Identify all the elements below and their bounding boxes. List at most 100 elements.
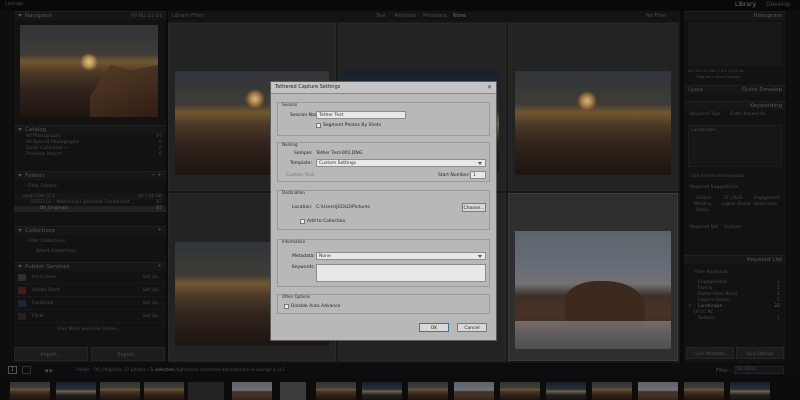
filmstrip-thumb[interactable] <box>10 382 50 400</box>
segment-checkbox[interactable] <box>316 123 321 128</box>
keyword-tags-row[interactable]: Keyword Tags Enter Keywords <box>684 112 786 118</box>
keyword-item[interactable]: Sedona 1 <box>684 316 786 322</box>
filmstrip-thumb[interactable] <box>316 382 356 400</box>
grid-cell[interactable] <box>508 23 678 191</box>
filmstrip-thumb[interactable] <box>188 382 224 400</box>
folder-item-selected[interactable]: 00_Originals 87 <box>14 206 166 212</box>
choose-button[interactable]: Choose... <box>462 203 486 212</box>
right-panel: Histogram ISO 100 21 mm f / 8.0 1/250 se… <box>684 11 786 363</box>
module-library[interactable]: Library <box>735 1 756 8</box>
collections-filter[interactable]: Filter Collections <box>14 239 166 245</box>
catalog-section: Catalog All Photographs 87 All Synced Pho… <box>14 125 166 158</box>
filmstrip-thumb[interactable] <box>592 382 632 400</box>
quick-develop-header[interactable]: Custom Quick Develop <box>684 85 786 94</box>
template-select[interactable]: Custom Settings <box>316 159 486 167</box>
session-section: Session Session Name: Tether Test Segmen… <box>277 102 490 136</box>
ok-button[interactable]: OK <box>419 323 449 332</box>
sync-metadata-button[interactable]: Sync Metadata <box>686 347 734 359</box>
left-panel: Navigator FIT FILL 1:1 3:1 Catalog All P… <box>14 11 166 363</box>
disable-auto-advance-checkbox[interactable] <box>284 304 289 309</box>
histogram-header[interactable]: Histogram <box>684 11 786 20</box>
sun-glow <box>577 91 597 111</box>
photo-thumbnail[interactable] <box>515 71 671 175</box>
grid-icon[interactable] <box>22 366 31 374</box>
sun-glow <box>245 89 265 109</box>
photo-thumbnail[interactable] <box>515 231 671 349</box>
nav-arrows[interactable]: ◀ ▶ <box>44 368 53 374</box>
library-filter-bar: Library Filter : Text Attribute Metadata… <box>168 11 680 21</box>
session-name-input[interactable]: Tether Test <box>316 111 406 119</box>
keywording-header[interactable]: Keywording <box>684 101 786 110</box>
add-service-icon[interactable]: + <box>157 262 162 271</box>
filmstrip-thumb[interactable] <box>100 382 140 400</box>
export-button[interactable]: Export... <box>91 347 165 361</box>
other-options-section: Other Options Disable Auto Advance <box>277 294 490 314</box>
publish-item[interactable]: Flickr Set Up... <box>14 310 166 323</box>
navigator-modes[interactable]: FIT FILL 1:1 3:1 <box>131 11 162 20</box>
keyword-filter[interactable]: Filter Keywords <box>684 270 786 276</box>
filmstrip-thumb[interactable] <box>56 382 96 400</box>
exif-readouts: ISO 100 21 mm f / 8.0 1/250 sec <box>688 69 745 73</box>
catalog-item[interactable]: Previous Import 0 <box>14 152 166 158</box>
collapse-icon <box>18 128 22 131</box>
publish-header[interactable]: Publish Services + <box>14 262 166 271</box>
keyword-set-row[interactable]: Keyword Set Custom <box>684 225 786 231</box>
top-bar: Lounge Library | Develop <box>0 0 800 10</box>
publish-item[interactable]: Adobe Stock Set Up... <box>14 284 166 297</box>
filmstrip-thumb[interactable] <box>362 382 402 400</box>
start-number-input[interactable]: 1 <box>470 171 486 179</box>
keyword-list-header[interactable]: Keyword List <box>684 255 786 264</box>
add-collection-icon[interactable]: + <box>157 226 162 235</box>
tethered-capture-dialog: Tethered Capture Settings ✕ Session Sessi… <box>270 81 497 341</box>
filmstrip-filter-label: Filter : <box>716 368 732 374</box>
folders-header[interactable]: Folders − + <box>14 171 166 180</box>
filmstrip-thumb[interactable] <box>232 382 272 400</box>
import-button[interactable]: Import... <box>14 347 88 361</box>
navigator-header[interactable]: Navigator FIT FILL 1:1 3:1 <box>14 11 166 20</box>
filter-tab-none[interactable]: None <box>453 13 466 19</box>
module-separator: | <box>754 1 757 8</box>
quick-develop-preset[interactable]: Custom <box>688 85 703 94</box>
publish-item[interactable]: Facebook Set Up... <box>14 297 166 310</box>
page-number[interactable]: 1 <box>8 366 17 374</box>
dialog-titlebar: Tethered Capture Settings ✕ <box>271 82 496 94</box>
filmstrip-filter-select[interactable]: No Filter <box>734 366 784 374</box>
publish-item[interactable]: Hard Drive Set Up... <box>14 271 166 284</box>
filter-tab-attribute[interactable]: Attribute <box>394 13 416 19</box>
filmstrip-thumb[interactable] <box>638 382 678 400</box>
folders-filter[interactable]: Filter Folders <box>14 184 166 190</box>
smart-preview-label: Original + Smart Preview <box>696 75 741 79</box>
filter-tab-text[interactable]: Text <box>376 13 386 19</box>
metadata-select[interactable]: None <box>316 252 486 260</box>
left-edge-strip <box>0 11 13 363</box>
filmstrip-thumb[interactable] <box>500 382 540 400</box>
filmstrip-thumb-selected[interactable] <box>280 382 306 400</box>
collapse-icon <box>18 174 22 177</box>
filter-preset[interactable]: No Filter <box>646 13 667 19</box>
filmstrip-thumb[interactable] <box>684 382 724 400</box>
navigator-preview[interactable] <box>20 25 158 117</box>
filmstrip-thumb[interactable] <box>144 382 184 400</box>
filmstrip-thumb[interactable] <box>408 382 448 400</box>
cancel-button[interactable]: Cancel <box>457 323 487 332</box>
keywords-textarea[interactable] <box>316 264 486 282</box>
find-more-services[interactable]: Find More Services Online... <box>14 327 166 333</box>
collapse-icon <box>18 229 22 232</box>
catalog-header[interactable]: Catalog <box>14 125 166 134</box>
filmstrip-thumb[interactable] <box>546 382 586 400</box>
collection-item[interactable]: Smart Collections <box>14 249 166 255</box>
close-icon[interactable]: ✕ <box>487 82 492 93</box>
grid-cell-selected[interactable] <box>508 193 678 361</box>
keyword-tags-box[interactable]: Landscape <box>688 125 782 167</box>
add-to-collection-checkbox[interactable] <box>300 219 305 224</box>
folders-section: Folders − + Filter Folders Local Disk (C:… <box>14 171 166 212</box>
click-add-keywords[interactable]: Click here to add keywords <box>690 173 744 178</box>
sync-settings-button[interactable]: Sync Settings <box>736 347 784 359</box>
filmstrip-thumb[interactable] <box>454 382 494 400</box>
add-folder-icon[interactable]: − + <box>151 171 162 180</box>
filmstrip-thumb[interactable] <box>730 382 770 400</box>
collections-header[interactable]: Collections + <box>14 226 166 235</box>
module-develop[interactable]: Develop <box>766 1 791 8</box>
adobe-stock-icon <box>18 287 26 294</box>
filter-tab-metadata[interactable]: Metadata <box>423 13 447 19</box>
